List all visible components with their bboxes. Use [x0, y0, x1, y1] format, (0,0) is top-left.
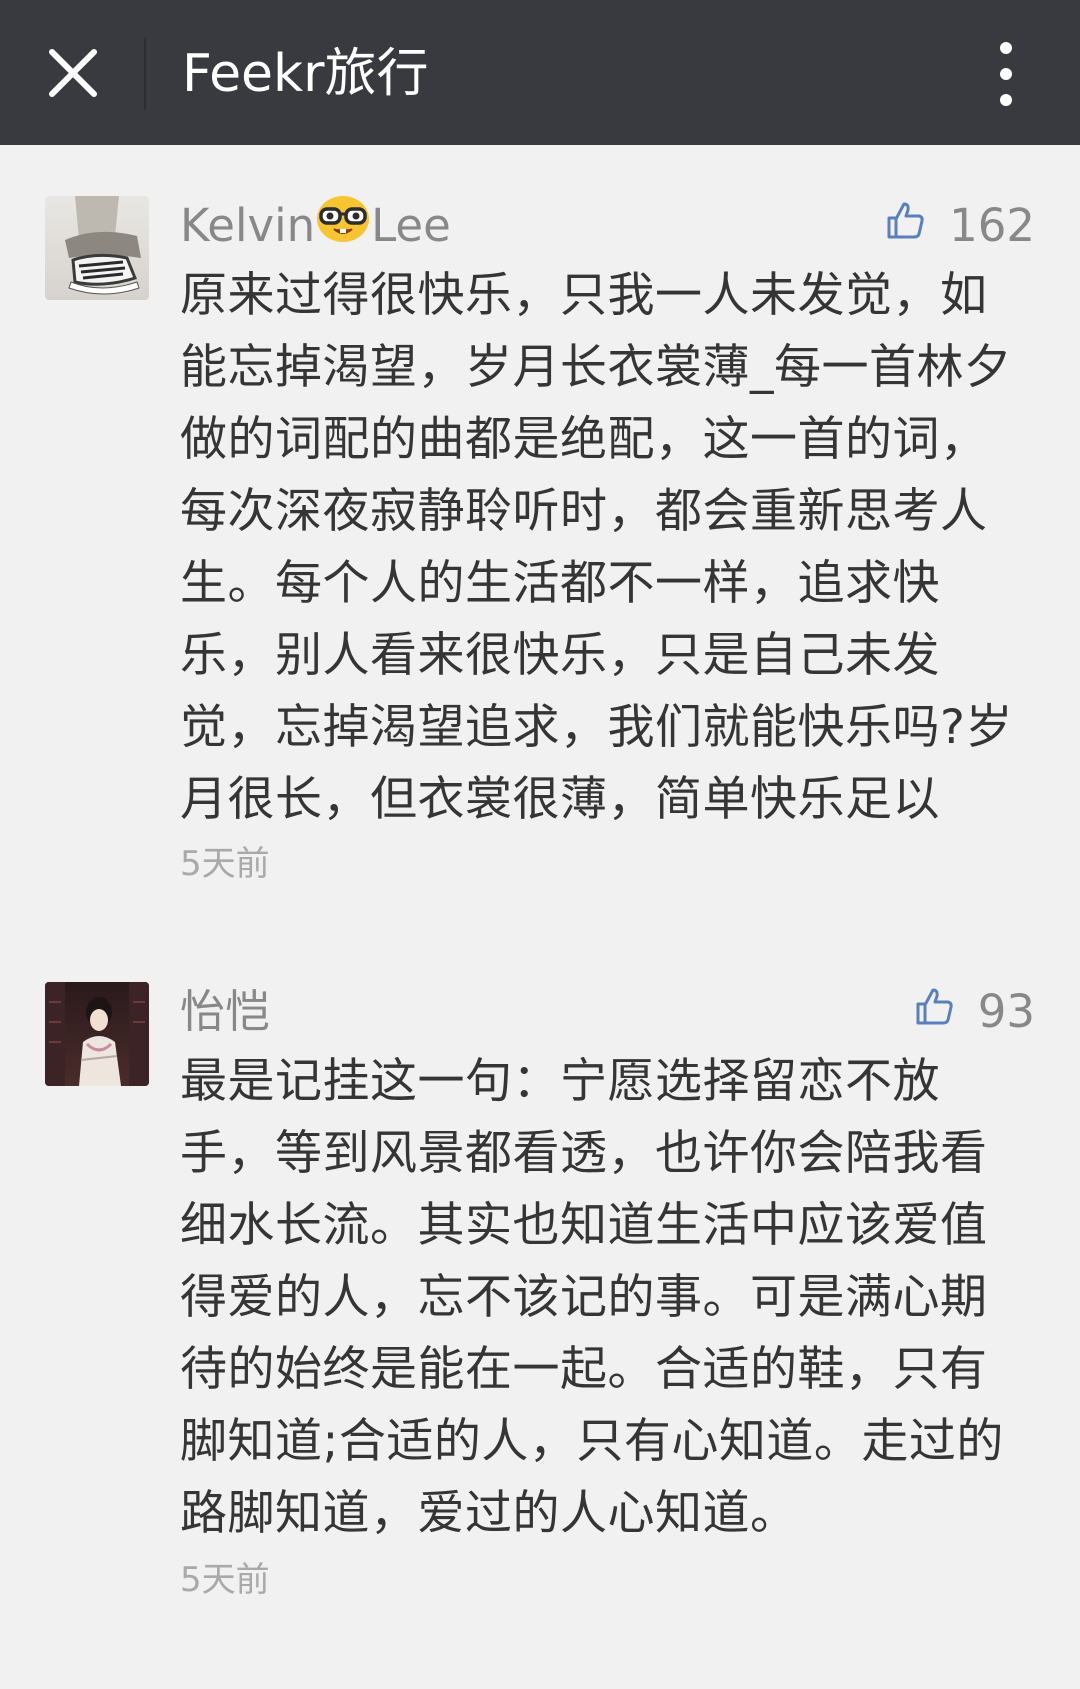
- nerd-face-icon: [316, 195, 370, 258]
- username-part: Lee: [371, 199, 451, 252]
- username-part: Kelvin: [180, 199, 316, 252]
- like-button[interactable]: 162: [885, 196, 1035, 256]
- comment-content: 最是记挂这一句：宁愿选择留恋不放手，等到风景都看透，也许你会陪我看细水长流。其实…: [180, 1054, 1004, 1541]
- more-button[interactable]: [984, 36, 1028, 112]
- thumbs-up-icon: [914, 981, 954, 1041]
- page-title: Feekr旅行: [182, 44, 429, 104]
- comment-item: 怡恺 93 最是记挂这一句：宁愿选择留恋不放手，等到风景都看透，也许你会陪我看细…: [0, 982, 1080, 1622]
- like-count: 162: [949, 199, 1035, 252]
- like-count: 93: [977, 985, 1035, 1038]
- thumbs-up-icon: [885, 195, 925, 255]
- comment-time: 5天前: [180, 844, 270, 884]
- comment-username[interactable]: 怡恺: [180, 982, 270, 1042]
- close-button[interactable]: [28, 28, 118, 118]
- more-vertical-icon: [1000, 42, 1012, 106]
- top-bar: Feekr旅行: [0, 0, 1080, 145]
- comment-item: Kelvin Lee 162 原来过得很快乐，只我一人未发觉，如能忘掉渴望，岁月…: [0, 195, 1080, 896]
- avatar[interactable]: [45, 982, 149, 1086]
- header-divider: [144, 38, 146, 110]
- comment-content: 原来过得很快乐，只我一人未发觉，如能忘掉渴望，岁月长衣裳薄_每一首林夕做的词配的…: [180, 268, 1013, 827]
- like-button[interactable]: 93: [914, 982, 1035, 1042]
- close-icon: [49, 49, 97, 97]
- comment-username[interactable]: Kelvin Lee: [180, 195, 451, 258]
- avatar[interactable]: [45, 196, 149, 300]
- comment-time: 5天前: [180, 1560, 270, 1600]
